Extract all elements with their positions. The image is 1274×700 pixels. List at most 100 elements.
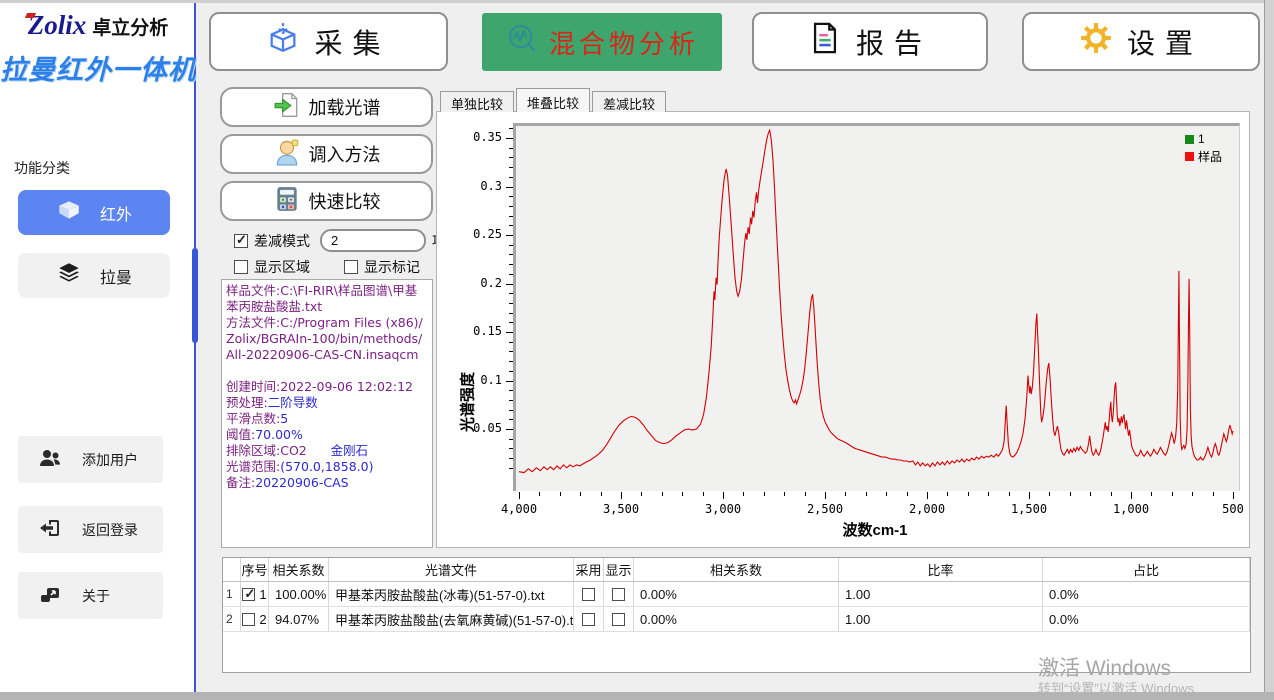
analysis-wave-icon [505, 21, 539, 63]
info-line [226, 363, 428, 379]
col-header-adopt[interactable]: 采用 [574, 558, 604, 581]
sidebar-item-raman[interactable]: 拉曼 [18, 253, 170, 298]
show-checkbox[interactable] [612, 613, 625, 626]
plot-area[interactable] [513, 123, 1240, 491]
layers-icon [56, 260, 82, 291]
quick-compare-button[interactable]: 快速比较 [220, 181, 433, 221]
info-text: (570.0,1858.0) [280, 459, 373, 474]
x-axis-minor-tick [988, 492, 989, 496]
y-axis-minor-tick [509, 303, 513, 304]
table-row[interactable]: 11100.00%甲基苯丙胺盐酸盐(冰毒)(51-57-0).txt0.00%1… [223, 582, 1250, 607]
x-axis-tick [1131, 492, 1132, 499]
ratio-value: 1.00 [839, 607, 1043, 631]
tab-settings[interactable]: 设置 [1022, 12, 1260, 71]
window-bottom-edge [0, 692, 1274, 700]
show-region-label: 显示区域 [254, 257, 310, 277]
chart-legend: 1样品 [1185, 132, 1222, 167]
x-axis-minor-tick [1151, 492, 1152, 496]
load-method-button[interactable]: 调入方法 [220, 134, 433, 174]
collect-box-icon [266, 21, 300, 63]
tab-label: 混合物分析 [549, 24, 699, 61]
sidebar: Zolix卓立分析 拉曼红外一体机 功能分类 红外 拉曼 添加用户 [0, 0, 196, 700]
show-cell[interactable] [604, 607, 634, 631]
button-label: 加载光谱 [309, 94, 381, 120]
y-axis-tick [506, 429, 513, 430]
x-axis-minor-tick [1070, 492, 1071, 496]
gear-icon [1079, 21, 1113, 63]
col-header-correlation2[interactable]: 相关系数 [634, 558, 839, 581]
seq-value: 2 [259, 612, 266, 627]
show-region-checkbox[interactable] [234, 260, 248, 274]
about-button[interactable]: 关于 [18, 572, 163, 619]
series-样品 [519, 130, 1233, 472]
tab-collect[interactable]: 采集 [209, 12, 448, 71]
y-axis-minor-tick [509, 361, 513, 362]
zolix-logo-text: Zolix [28, 10, 87, 40]
tab-stack-compare[interactable]: 堆叠比较 [516, 88, 590, 112]
adopt-cell[interactable] [574, 607, 604, 631]
col-header-share[interactable]: 占比 [1043, 558, 1250, 581]
y-axis-minor-tick [509, 419, 513, 420]
subtract-count-input[interactable] [320, 229, 426, 252]
y-axis-minor-tick [509, 225, 513, 226]
x-axis-minor-tick [1213, 492, 1214, 496]
spectrum-file-name: 甲基苯丙胺盐酸盐(冰毒)(51-57-0).txt [329, 582, 574, 606]
y-tick-label: 0.05 [437, 421, 502, 435]
y-tick-label: 0.1 [437, 373, 502, 387]
info-line: 平滑点数:5 [226, 411, 428, 427]
row-select-checkbox[interactable] [242, 613, 255, 626]
tab-subtract-compare[interactable]: 差减比较 [592, 91, 666, 112]
col-header-file[interactable]: 光谱文件 [329, 558, 574, 581]
y-axis-minor-tick [509, 167, 513, 168]
x-axis-minor-tick [560, 492, 561, 496]
tab-report[interactable]: 报告 [752, 12, 988, 71]
tab-mixture-analysis[interactable]: 混合物分析 [482, 13, 722, 71]
table-row[interactable]: 2294.07%甲基苯丙胺盐酸盐(去氧麻黄碱)(51-57-0).txt0.00… [223, 607, 1250, 632]
col-header-ratio[interactable]: 比率 [839, 558, 1043, 581]
load-spectrum-button[interactable]: 加载光谱 [220, 87, 433, 127]
info-text: 创建时间:2022-09-06 12:02:12 [226, 379, 413, 394]
footer-item-label: 添加用户 [82, 450, 138, 470]
info-text: 20220906-CAS [255, 475, 348, 490]
tab-single-compare[interactable]: 单独比较 [440, 91, 514, 112]
col-header-show[interactable]: 显示 [604, 558, 634, 581]
col-header-seq[interactable]: 序号 [241, 558, 269, 581]
row-select-checkbox[interactable] [242, 588, 255, 601]
sidebar-item-label: 拉曼 [100, 264, 132, 288]
x-axis-tick [621, 492, 622, 499]
x-axis-minor-tick [845, 492, 846, 496]
adopt-cell[interactable] [574, 582, 604, 606]
y-tick-label: 0.3 [437, 179, 502, 193]
seq-cell[interactable]: 1 [241, 582, 269, 606]
y-axis-tick [506, 284, 513, 285]
y-axis-minor-tick [509, 206, 513, 207]
show-checkbox[interactable] [612, 588, 625, 601]
col-header-correlation[interactable]: 相关系数 [269, 558, 329, 581]
sidebar-item-infrared[interactable]: 红外 [18, 190, 170, 235]
legend-label: 样品 [1198, 148, 1222, 165]
show-marker-checkbox[interactable] [344, 260, 358, 274]
y-axis-tick [506, 235, 513, 236]
add-user-button[interactable]: 添加用户 [18, 436, 163, 483]
sidebar-scroll-thumb[interactable] [192, 248, 198, 343]
return-login-button[interactable]: 返回登录 [18, 506, 163, 553]
button-label: 调入方法 [309, 141, 381, 167]
show-cell[interactable] [604, 582, 634, 606]
button-label: 快速比较 [309, 188, 381, 214]
y-axis-minor-tick [509, 196, 513, 197]
subtract-mode-checkbox[interactable] [234, 234, 248, 248]
x-axis-minor-tick [641, 492, 642, 496]
info-text: 排除区域:CO2 [226, 443, 331, 458]
show-marker-label: 显示标记 [364, 257, 420, 277]
load-spectrum-icon [273, 91, 301, 124]
x-axis-tick [1233, 492, 1234, 499]
x-axis-minor-tick [907, 492, 908, 496]
subtract-mode-row: 差减模式 项 [234, 229, 446, 252]
adopt-checkbox[interactable] [582, 588, 595, 601]
seq-cell[interactable]: 2 [241, 607, 269, 631]
row-number: 2 [223, 607, 241, 631]
y-axis-tick [506, 381, 513, 382]
adopt-checkbox[interactable] [582, 613, 595, 626]
y-tick-label: 0.15 [437, 324, 502, 338]
x-axis-tick [927, 492, 928, 499]
